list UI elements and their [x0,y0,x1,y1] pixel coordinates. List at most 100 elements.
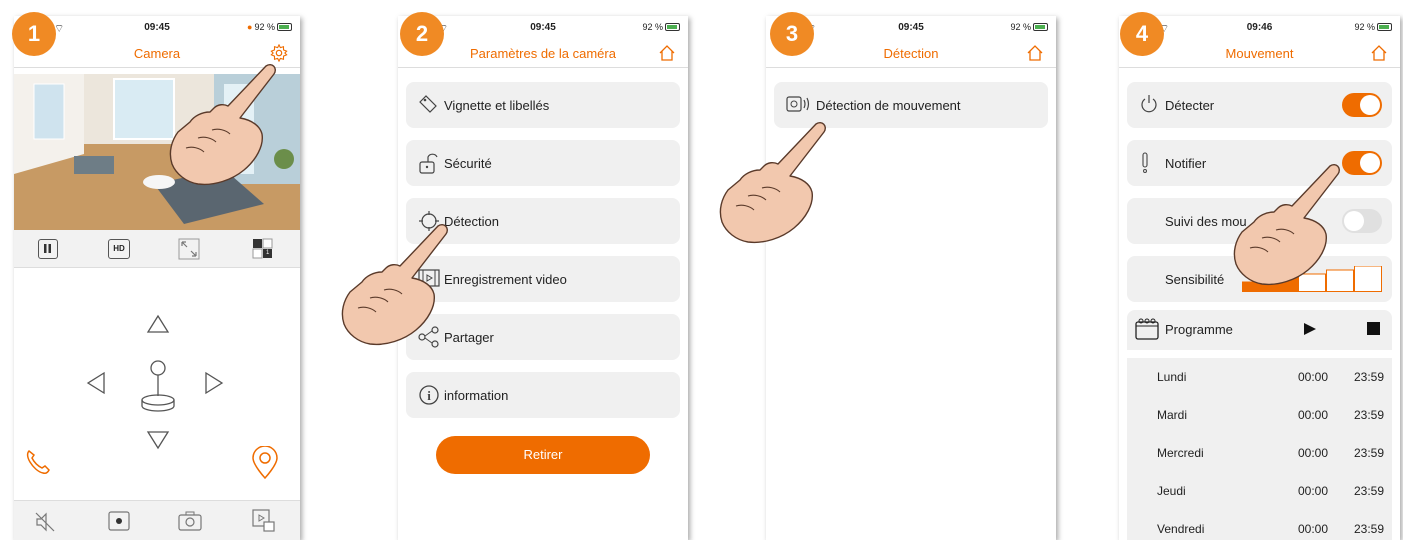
battery-icon [1033,23,1048,31]
schedule-day: Jeudi [1157,484,1186,498]
settings-item-text: information [444,388,509,403]
battery-text: 92 % [254,22,275,32]
schedule-day: Vendredi [1157,522,1205,536]
hand-pointer-icon [168,60,278,190]
page-title: Mouvement [1225,46,1294,61]
exclamation-icon [1139,152,1151,179]
joystick-icon[interactable] [138,358,178,419]
schedule-row[interactable]: Mercredi 00:00 23:59 [1127,434,1392,472]
pause-icon[interactable] [38,239,58,259]
battery-icon [1377,23,1392,31]
battery-indicator: 92 % [1010,22,1048,32]
home-icon[interactable] [658,44,676,67]
settings-item-text: Vignette et libellés [444,98,550,113]
motion-detect-row: Détecter [1127,82,1392,128]
settings-item-security[interactable]: Sécurité [406,140,680,186]
mute-icon[interactable] [34,511,56,538]
battery-text: 92 % [1010,22,1031,32]
layout-badge: 1 [266,250,270,256]
schedule-row[interactable]: Vendredi 00:00 23:59 [1127,510,1392,540]
settings-item-text: Sécurité [444,156,492,171]
schedule-end: 23:59 [1353,484,1384,498]
toggle-knob [1344,211,1364,231]
schedule-end: 23:59 [1353,446,1384,460]
page-title: Paramètres de la caméra [470,46,616,61]
follow-toggle[interactable] [1342,209,1382,233]
sensitivity-step[interactable] [1354,266,1382,292]
info-icon: i [418,384,440,411]
settings-item-text: Enregistrement video [444,272,567,287]
layout-grid-icon[interactable]: 1 [252,238,274,265]
phone-call-icon[interactable] [24,448,52,481]
battery-icon [665,23,680,31]
remove-button[interactable]: Retirer [436,436,650,474]
page-title: Camera [133,46,181,61]
battery-indicator: 92 % [1354,22,1392,32]
hand-pointer-icon [718,118,828,248]
schedule-end: 23:59 [1353,408,1384,422]
step-badge-3: 3 [770,12,814,56]
schedule-start: 00:00 [1297,522,1328,536]
schedule-row[interactable]: Jeudi 00:00 23:59 [1127,472,1392,510]
svg-text:i: i [427,388,431,403]
schedule-day: Mardi [1157,408,1188,422]
hand-pointer-icon [1232,160,1342,290]
program-label: Programme [1165,322,1233,337]
home-icon[interactable] [1026,44,1044,67]
schedule-row[interactable]: Mardi 00:00 23:59 [1127,396,1392,434]
video-gallery-icon[interactable] [252,509,276,538]
bottom-toolbar [14,500,300,540]
fullscreen-icon[interactable] [178,238,200,265]
notify-toggle[interactable] [1342,151,1382,175]
schedule-start: 00:00 [1297,446,1328,460]
home-icon[interactable] [1370,44,1388,67]
schedule-end: 23:59 [1353,370,1384,384]
schedule-end: 23:59 [1353,522,1384,536]
nav-bar: Paramètres de la caméra [398,40,688,68]
play-icon[interactable] [1303,322,1317,341]
toggle-knob [1360,153,1380,173]
settings-item-text: Détection [444,214,499,229]
arrow-down-icon[interactable] [146,430,170,455]
hand-pointer-icon [340,220,450,350]
settings-item-text: Partager [444,330,494,345]
detect-toggle[interactable] [1342,93,1382,117]
calendar-icon [1135,318,1159,345]
schedule-start: 00:00 [1297,408,1328,422]
schedule-day: Mercredi [1157,446,1204,460]
notify-label: Notifier [1165,156,1207,171]
schedule-start: 00:00 [1297,370,1328,384]
tag-icon [418,94,438,119]
snapshot-camera-icon[interactable] [178,511,202,536]
step-badge-2: 2 [400,12,444,56]
arrow-left-icon[interactable] [86,371,106,400]
schedule-row[interactable]: Lundi 00:00 23:59 [1127,358,1392,396]
battery-indicator: ● 92 % [247,22,292,32]
step-badge-4: 4 [1120,12,1164,56]
settings-item-label[interactable]: Vignette et libellés [406,82,680,128]
program-section: Programme [1127,310,1392,350]
page-title: Détection [883,46,939,61]
schedule-start: 00:00 [1297,484,1328,498]
arrow-right-icon[interactable] [204,371,224,400]
ptz-control [74,306,244,456]
detection-item-text: Détection de mouvement [816,98,961,113]
battery-text: 92 % [642,22,663,32]
battery-indicator: 92 % [642,22,680,32]
camera-toolbar: HD 1 [14,230,300,268]
hd-button[interactable]: HD [108,239,130,259]
toggle-knob [1360,95,1380,115]
lock-icon [418,152,438,179]
status-bar: ⌔ 09:45 ● 92 % [14,22,300,36]
detect-label: Détecter [1165,98,1215,113]
motion-sensor-icon [786,94,812,119]
arrow-up-icon[interactable] [146,314,170,339]
schedule-day: Lundi [1157,370,1187,384]
step-badge-1: 1 [12,12,56,56]
stop-icon[interactable] [1367,322,1380,340]
record-icon[interactable] [108,511,130,536]
power-icon [1139,94,1159,119]
battery-text: 92 % [1354,22,1375,32]
settings-item-information[interactable]: i information [406,372,680,418]
location-pin-icon[interactable] [250,445,280,485]
